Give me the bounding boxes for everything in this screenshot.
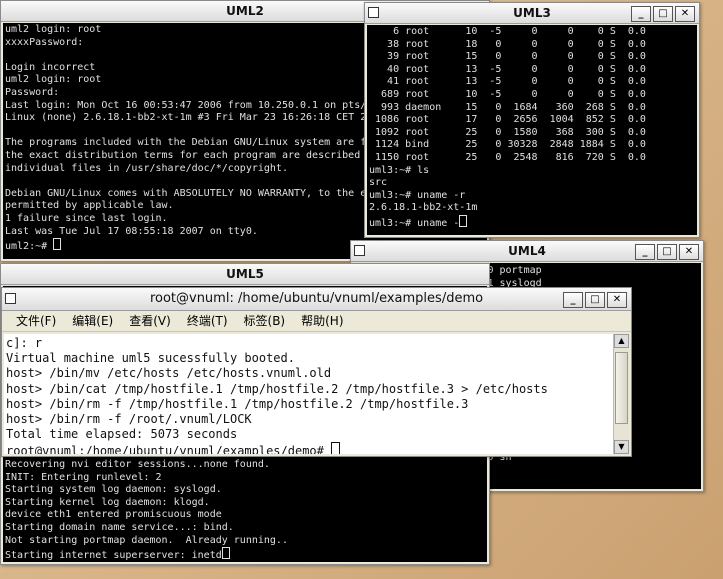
window-menu-icon[interactable] xyxy=(5,293,16,304)
menu-help[interactable]: 帮助(H) xyxy=(293,311,351,331)
menu-bar: 文件(F) 编辑(E) 查看(V) 终端(T) 标签(B) 帮助(H) xyxy=(2,311,631,332)
scrollbar-thumb[interactable] xyxy=(615,352,628,424)
terminal-line: 2.6.18.1-bb2-xt-1m xyxy=(369,202,478,214)
terminal-line: host> /bin/mv /etc/hosts /etc/hosts.vnum… xyxy=(6,366,332,381)
terminal-line: Starting internet superserver: inetd xyxy=(5,547,485,562)
uml3-title: UML3 xyxy=(513,6,551,20)
terminal-line: Total time elapsed: 5073 seconds xyxy=(6,427,238,442)
terminal-line: host> /bin/rm -f /tmp/hostfile.1 /tmp/ho… xyxy=(6,396,469,411)
terminal-line: Virtual machine uml5 sucessfully booted. xyxy=(6,351,295,366)
prompt-line: uml3:~# uname - xyxy=(369,214,695,231)
cursor xyxy=(331,442,341,454)
menu-file[interactable]: 文件(F) xyxy=(8,311,64,331)
uml4-titlebar[interactable]: UML4 _ □ ✕ xyxy=(351,241,703,262)
terminal-line: Recovering nvi editor sessions...none fo… xyxy=(5,459,270,470)
menu-view[interactable]: 查看(V) xyxy=(121,311,179,331)
terminal-line: 38 root 18 0 0 0 0 S 0.0 xyxy=(369,38,646,50)
scroll-down-icon[interactable]: ▼ xyxy=(614,440,629,454)
close-icon[interactable]: ✕ xyxy=(607,292,627,308)
terminal-line: 993 daemon 15 0 1684 360 268 S 0.0 xyxy=(369,101,646,113)
host-terminal-output[interactable]: c]: r Virtual machine uml5 sucessfully bo… xyxy=(4,334,613,454)
close-icon[interactable]: ✕ xyxy=(675,6,695,22)
cursor xyxy=(221,547,230,560)
terminal-line: host> /bin/rm -f /root/.vnuml/LOCK xyxy=(6,412,252,427)
menu-terminal[interactable]: 终端(T) xyxy=(179,311,236,331)
scroll-up-icon[interactable]: ▲ xyxy=(614,334,629,348)
terminal-line: 1092 root 25 0 1580 368 300 S 0.0 xyxy=(369,126,646,138)
uml5-titlebar[interactable]: UML5 xyxy=(1,264,489,285)
terminal-line: c]: r xyxy=(6,336,43,350)
minimize-icon[interactable]: _ xyxy=(635,244,655,260)
prompt-text: uml2:~# xyxy=(5,241,54,253)
menu-tabs[interactable]: 标签(B) xyxy=(236,311,294,331)
cursor xyxy=(459,214,468,227)
uml3-titlebar[interactable]: UML3 _ □ ✕ xyxy=(365,3,699,24)
terminal-line: 6 root 10 -5 0 0 0 S 0.0 xyxy=(369,26,646,37)
terminal-line: Not starting portmap daemon. Already run… xyxy=(5,534,288,546)
window-menu-icon[interactable] xyxy=(354,245,365,256)
terminal-line: INIT: Entering runlevel: 2 xyxy=(5,471,162,483)
menu-edit[interactable]: 编辑(E) xyxy=(64,311,121,331)
terminal-line: Starting system log daemon: syslogd. xyxy=(5,484,222,496)
terminal-line: 41 root 13 -5 0 0 0 S 0.0 xyxy=(369,76,646,88)
terminal-line: device eth1 entered promiscuous mode xyxy=(5,509,222,521)
terminal-line: 1086 root 17 0 2656 1004 852 S 0.0 xyxy=(369,114,646,126)
terminal-line: 40 root 13 -5 0 0 0 S 0.0 xyxy=(369,63,646,75)
terminal-line: uml3:~# ls xyxy=(369,164,430,176)
uml3-window[interactable]: UML3 _ □ ✕ 6 root 10 -5 0 0 0 S 0.0 38 r… xyxy=(364,2,700,238)
terminal-line: 39 root 15 0 0 0 0 S 0.0 xyxy=(369,51,646,63)
terminal-line: 1150 root 25 0 2548 816 720 S 0.0 xyxy=(369,151,646,163)
host-terminal-window[interactable]: root@vnuml: /home/ubuntu/vnuml/examples/… xyxy=(1,287,632,457)
prompt-text: root@vnuml:/home/ubuntu/vnuml/examples/d… xyxy=(6,444,332,454)
maximize-icon[interactable]: □ xyxy=(653,6,673,22)
terminal-line: src xyxy=(369,177,388,189)
minimize-icon[interactable]: _ xyxy=(631,6,651,22)
terminal-line: host> /bin/cat /tmp/hostfile.1 /tmp/host… xyxy=(6,381,548,396)
cursor xyxy=(53,238,62,251)
terminal-scrollbar[interactable]: ▲ ▼ xyxy=(613,334,629,454)
host-terminal-titlebar[interactable]: root@vnuml: /home/ubuntu/vnuml/examples/… xyxy=(2,288,631,311)
close-icon[interactable]: ✕ xyxy=(679,244,699,260)
uml3-terminal[interactable]: 6 root 10 -5 0 0 0 S 0.0 38 root 18 0 0 … xyxy=(367,25,697,235)
maximize-icon[interactable]: □ xyxy=(585,292,605,308)
prompt-line: root@vnuml:/home/ubuntu/vnuml/examples/d… xyxy=(6,442,611,454)
terminal-line: uml3:~# uname -r xyxy=(369,189,466,201)
prompt-text: uml3:~# uname - xyxy=(369,217,460,229)
terminal-line: Starting domain name service...: bind. xyxy=(5,521,234,533)
terminal-line: Starting kernel log daemon: klogd. xyxy=(5,496,210,508)
uml4-title: UML4 xyxy=(508,244,546,258)
maximize-icon[interactable]: □ xyxy=(657,244,677,260)
uml2-title: UML2 xyxy=(226,4,264,18)
host-terminal-title: root@vnuml: /home/ubuntu/vnuml/examples/… xyxy=(149,291,484,306)
terminal-line: 689 root 10 -5 0 0 0 S 0.0 xyxy=(369,88,646,100)
terminal-line: 1124 bind 25 0 30328 2848 1884 S 0.0 xyxy=(369,139,646,151)
minimize-icon[interactable]: _ xyxy=(563,292,583,308)
window-menu-icon[interactable] xyxy=(368,7,379,18)
uml5-title: UML5 xyxy=(226,267,264,281)
